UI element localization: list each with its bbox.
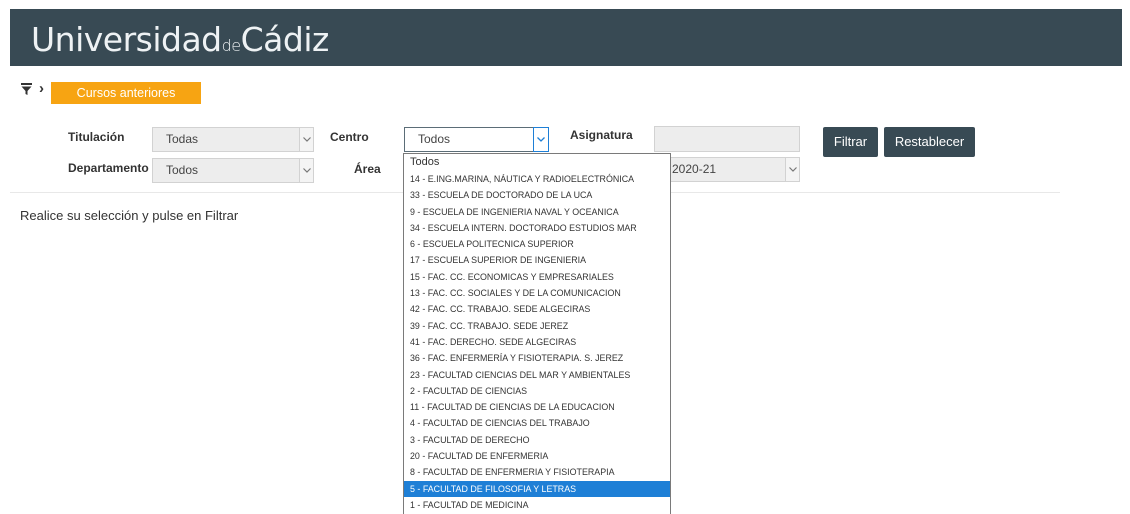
centro-dropdown-list[interactable]: Todos 14 - E.ING.MARINA, NÁUTICA Y RADIOE… [403, 153, 671, 514]
chevron-down-icon[interactable] [299, 128, 313, 151]
dropdown-option[interactable]: 3 - FACULTAD DE DERECHO [404, 432, 670, 448]
curso-select-value: 2020-21 [672, 162, 717, 176]
dropdown-option[interactable]: Todos [404, 154, 670, 171]
dropdown-option[interactable]: 42 - FAC. CC. TRABAJO. SEDE ALGECIRAS [404, 301, 670, 317]
dropdown-option[interactable]: 36 - FAC. ENFERMERÍA Y FISIOTERAPIA. S. … [404, 350, 670, 366]
departamento-select[interactable]: Todos [152, 158, 314, 183]
chevron-down-icon[interactable] [299, 159, 313, 182]
departamento-label: Departamento [68, 161, 149, 175]
filter-icon[interactable] [20, 82, 33, 96]
dropdown-option[interactable]: 17 - ESCUELA SUPERIOR DE INGENIERIA [404, 252, 670, 268]
logo-text-cadiz: Cádiz [240, 20, 330, 59]
dropdown-option[interactable]: 2 - FACULTAD DE CIENCIAS [404, 383, 670, 399]
centro-select[interactable]: Todos [404, 127, 549, 152]
area-label: Área [354, 162, 381, 176]
centro-label: Centro [330, 130, 369, 144]
site-header: UniversidaddeCádiz [10, 9, 1122, 66]
dropdown-option[interactable]: 8 - FACULTAD DE ENFERMERIA Y FISIOTERAPI… [404, 464, 670, 480]
dropdown-option[interactable]: 34 - ESCUELA INTERN. DOCTORADO ESTUDIOS … [404, 220, 670, 236]
logo-text-de: de [221, 36, 242, 55]
dropdown-option[interactable]: 5 - FACULTAD DE FILOSOFIA Y LETRAS [404, 480, 670, 497]
breadcrumb: › [20, 80, 44, 97]
dropdown-option[interactable]: 39 - FAC. CC. TRABAJO. SEDE JEREZ [404, 318, 670, 334]
dropdown-option[interactable]: 15 - FAC. CC. ECONOMICAS Y EMPRESARIALES [404, 269, 670, 285]
previous-courses-button[interactable]: Cursos anteriores [51, 82, 201, 104]
logo-text-universidad: Universidad [31, 20, 222, 59]
dropdown-option[interactable]: 13 - FAC. CC. SOCIALES Y DE LA COMUNICAC… [404, 285, 670, 301]
titulacion-select[interactable]: Todas [152, 127, 314, 152]
asignatura-label: Asignatura [570, 128, 633, 142]
dropdown-option[interactable]: 14 - E.ING.MARINA, NÁUTICA Y RADIOELECTR… [404, 171, 670, 187]
chevron-down-icon[interactable] [533, 127, 549, 152]
asignatura-input[interactable] [654, 126, 800, 152]
university-logo[interactable]: UniversidaddeCádiz [31, 20, 329, 59]
dropdown-option[interactable]: 4 - FACULTAD DE CIENCIAS DEL TRABAJO [404, 415, 670, 431]
dropdown-option[interactable]: 11 - FACULTAD DE CIENCIAS DE LA EDUCACIO… [404, 399, 670, 415]
centro-select-value: Todos [418, 132, 451, 146]
instruction-message: Realice su selección y pulse en Filtrar [20, 208, 239, 223]
departamento-select-value: Todos [166, 163, 199, 177]
curso-select[interactable]: 2020-21 [655, 157, 800, 182]
dropdown-option[interactable]: 1 - FACULTAD DE MEDICINA [404, 497, 670, 513]
reset-button[interactable]: Restablecer [884, 127, 975, 157]
titulacion-label: Titulación [68, 130, 125, 144]
chevron-down-icon[interactable] [785, 158, 799, 181]
dropdown-option[interactable]: 33 - ESCUELA DE DOCTORADO DE LA UCA [404, 187, 670, 203]
chevron-right-icon: › [39, 80, 44, 97]
dropdown-option[interactable]: 20 - FACULTAD DE ENFERMERIA [404, 448, 670, 464]
dropdown-option[interactable]: 41 - FAC. DERECHO. SEDE ALGECIRAS [404, 334, 670, 350]
dropdown-option[interactable]: 9 - ESCUELA DE INGENIERIA NAVAL Y OCEANI… [404, 204, 670, 220]
titulacion-select-value: Todas [166, 132, 199, 146]
dropdown-option[interactable]: 23 - FACULTAD CIENCIAS DEL MAR Y AMBIENT… [404, 367, 670, 383]
dropdown-option[interactable]: 6 - ESCUELA POLITECNICA SUPERIOR [404, 236, 670, 252]
filter-button[interactable]: Filtrar [823, 127, 878, 157]
